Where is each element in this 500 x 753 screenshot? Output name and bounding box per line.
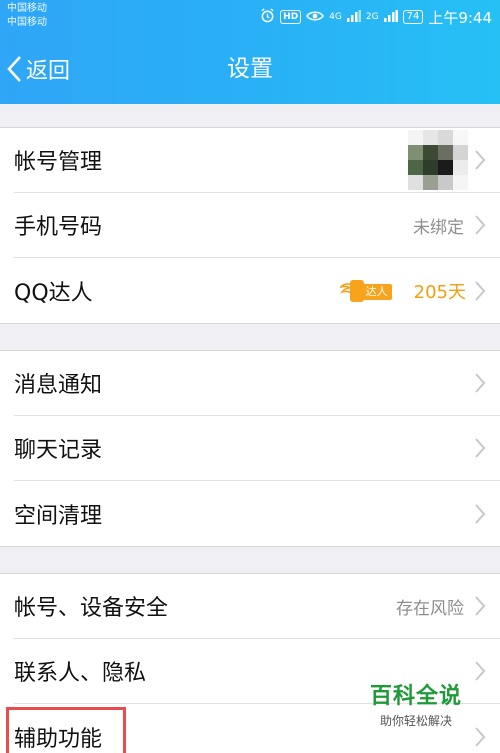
status-icons: HD 4G 2G 74 上午9:44 <box>260 0 492 34</box>
chevron-right-icon <box>475 373 486 393</box>
signal-4g-label: 4G <box>329 12 342 22</box>
chevron-right-icon <box>475 438 486 458</box>
watermark-title: 百科全说 <box>369 684 462 709</box>
row-message-notifications[interactable]: 消息通知 <box>14 351 500 416</box>
row-account-management[interactable]: 帐号管理 <box>14 128 500 193</box>
nav-bar: 返回 设置 <box>0 34 500 104</box>
row-value: 未绑定 <box>413 217 464 238</box>
chevron-right-icon <box>475 280 486 301</box>
carrier-1: 中国移动 <box>7 3 47 14</box>
daren-badge-icon: 达人 <box>339 278 408 304</box>
row-label: 聊天记录 <box>14 438 103 463</box>
row-label: 帐号管理 <box>14 150 103 175</box>
row-qq-daren[interactable]: QQ达人 达人 205天 <box>14 258 500 323</box>
row-phone-number[interactable]: 手机号码 未绑定 <box>14 193 500 258</box>
hd-icon: HD <box>280 10 302 24</box>
watermark-logo: 百科全说 助你轻松解决 <box>366 678 466 729</box>
alarm-icon <box>260 8 275 26</box>
row-label: QQ达人 <box>14 280 93 306</box>
row-value: 存在风险 <box>396 598 464 619</box>
chevron-right-icon <box>475 596 486 616</box>
row-label: 消息通知 <box>14 373 103 398</box>
battery-icon: 74 <box>402 10 424 24</box>
settings-group-account: 帐号管理 手机号码 未绑定 QQ达人 达人 205天 <box>0 127 500 324</box>
daren-badge-group: 达人 205天 <box>339 278 466 304</box>
signal-2g-label: 2G <box>365 12 379 22</box>
row-account-device-security[interactable]: 帐号、设备安全 存在风险 <box>14 574 500 639</box>
carrier-labels: 中国移动 中国移动 <box>7 2 47 30</box>
daren-tag: 达人 <box>361 283 392 300</box>
row-storage-cleanup[interactable]: 空间清理 <box>14 481 500 546</box>
row-chat-history[interactable]: 聊天记录 <box>14 416 500 481</box>
row-label: 手机号码 <box>14 215 103 240</box>
row-label: 空间清理 <box>14 503 103 529</box>
highlight-annotation <box>6 707 126 753</box>
chevron-right-icon <box>475 726 486 747</box>
signal-bars-icon <box>383 9 398 25</box>
clock: 上午9:44 <box>428 8 492 27</box>
watermark-subtitle: 助你轻松解决 <box>379 714 452 728</box>
page-title: 设置 <box>227 56 273 82</box>
status-bar: 中国移动 中国移动 HD 4G 2G 74 上午9:44 <box>0 0 500 34</box>
daren-days: 205天 <box>413 281 466 303</box>
avatar <box>408 130 468 190</box>
row-label: 帐号、设备安全 <box>14 596 169 621</box>
chevron-right-icon <box>475 503 486 524</box>
signal-bars-icon <box>346 9 361 25</box>
settings-group-messages: 消息通知 聊天记录 空间清理 <box>0 350 500 547</box>
chevron-right-icon <box>475 150 486 170</box>
carrier-2: 中国移动 <box>7 17 47 28</box>
chevron-right-icon <box>475 661 486 681</box>
chevron-right-icon <box>475 215 486 235</box>
eye-icon <box>306 10 325 25</box>
